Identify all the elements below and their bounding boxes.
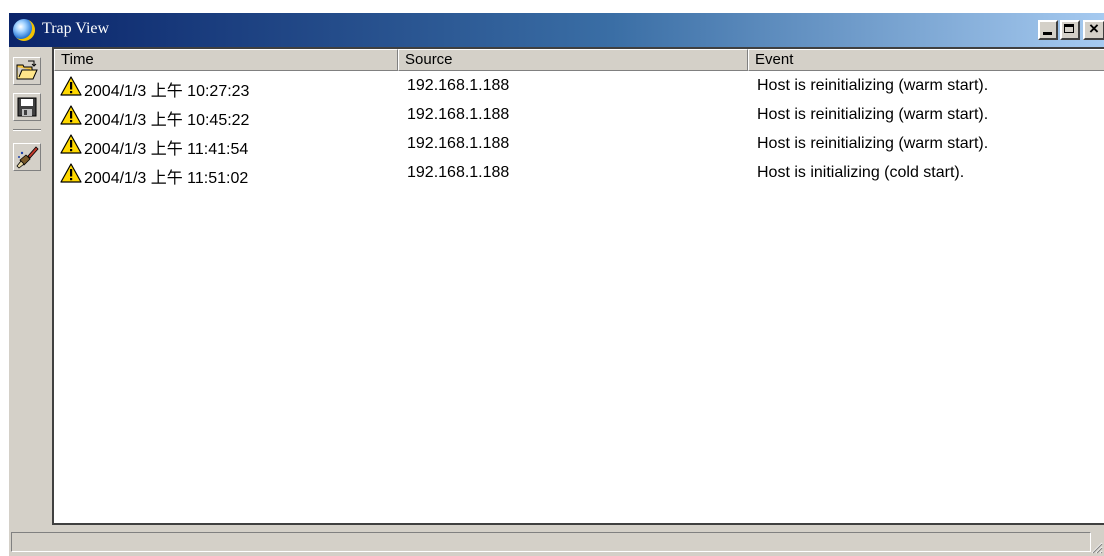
warning-icon [60,76,82,96]
cell-time: 2004/1/3 上午 10:45:22 [84,112,250,129]
trap-list[interactable]: Time Source Event 2004/1/3 上午 10:27:23 1… [52,47,1104,525]
column-header-source[interactable]: Source [398,49,748,71]
save-button[interactable] [13,93,41,121]
table-row[interactable]: 2004/1/3 上午 10:45:22 192.168.1.188 Host … [54,101,1104,130]
table-row[interactable]: 2004/1/3 上午 10:27:23 192.168.1.188 Host … [54,72,1104,101]
column-header-time[interactable]: Time [54,49,398,71]
floppy-disk-icon [17,97,37,117]
vertical-toolbar [9,47,52,529]
toolbar-separator [13,129,41,131]
cell-event: Host is reinitializing (warm start). [757,77,989,94]
cell-source: 192.168.1.188 [407,135,510,152]
cell-source: 192.168.1.188 [407,106,510,123]
maximize-icon [1064,24,1074,33]
cell-source: 192.168.1.188 [407,77,510,94]
minimize-icon [1043,32,1052,35]
open-button[interactable] [13,57,41,85]
app-globe-icon[interactable] [13,19,35,41]
cell-event: Host is initializing (cold start). [757,164,965,181]
minimize-button[interactable] [1038,20,1058,40]
warning-icon [60,163,82,183]
title-bar[interactable]: Trap View × [9,13,1104,47]
warning-icon [60,105,82,125]
cell-event: Host is reinitializing (warm start). [757,135,989,152]
table-row[interactable]: 2004/1/3 上午 11:51:02 192.168.1.188 Host … [54,159,1104,188]
resize-grip-icon[interactable] [1089,540,1103,554]
clear-button[interactable] [13,143,41,171]
cell-time: 2004/1/3 上午 10:27:23 [84,83,250,100]
open-folder-icon [16,60,38,80]
trap-view-window: Trap View × Time Source Event 2004/1/3 上… [8,12,1104,556]
cell-source: 192.168.1.188 [407,164,510,181]
close-icon: × [1089,19,1099,38]
table-row[interactable]: 2004/1/3 上午 11:41:54 192.168.1.188 Host … [54,130,1104,159]
close-button[interactable]: × [1083,19,1104,40]
cell-time: 2004/1/3 上午 11:51:02 [84,170,249,187]
column-header-event[interactable]: Event [748,49,1104,71]
cell-event: Host is reinitializing (warm start). [757,106,989,123]
clear-brush-icon [16,146,39,169]
window-title: Trap View [42,20,110,37]
status-pane [11,532,1091,552]
status-bar [9,528,1104,556]
warning-icon [60,134,82,154]
maximize-button[interactable] [1060,20,1080,40]
cell-time: 2004/1/3 上午 11:41:54 [84,141,249,158]
list-header: Time Source Event [54,49,1104,71]
